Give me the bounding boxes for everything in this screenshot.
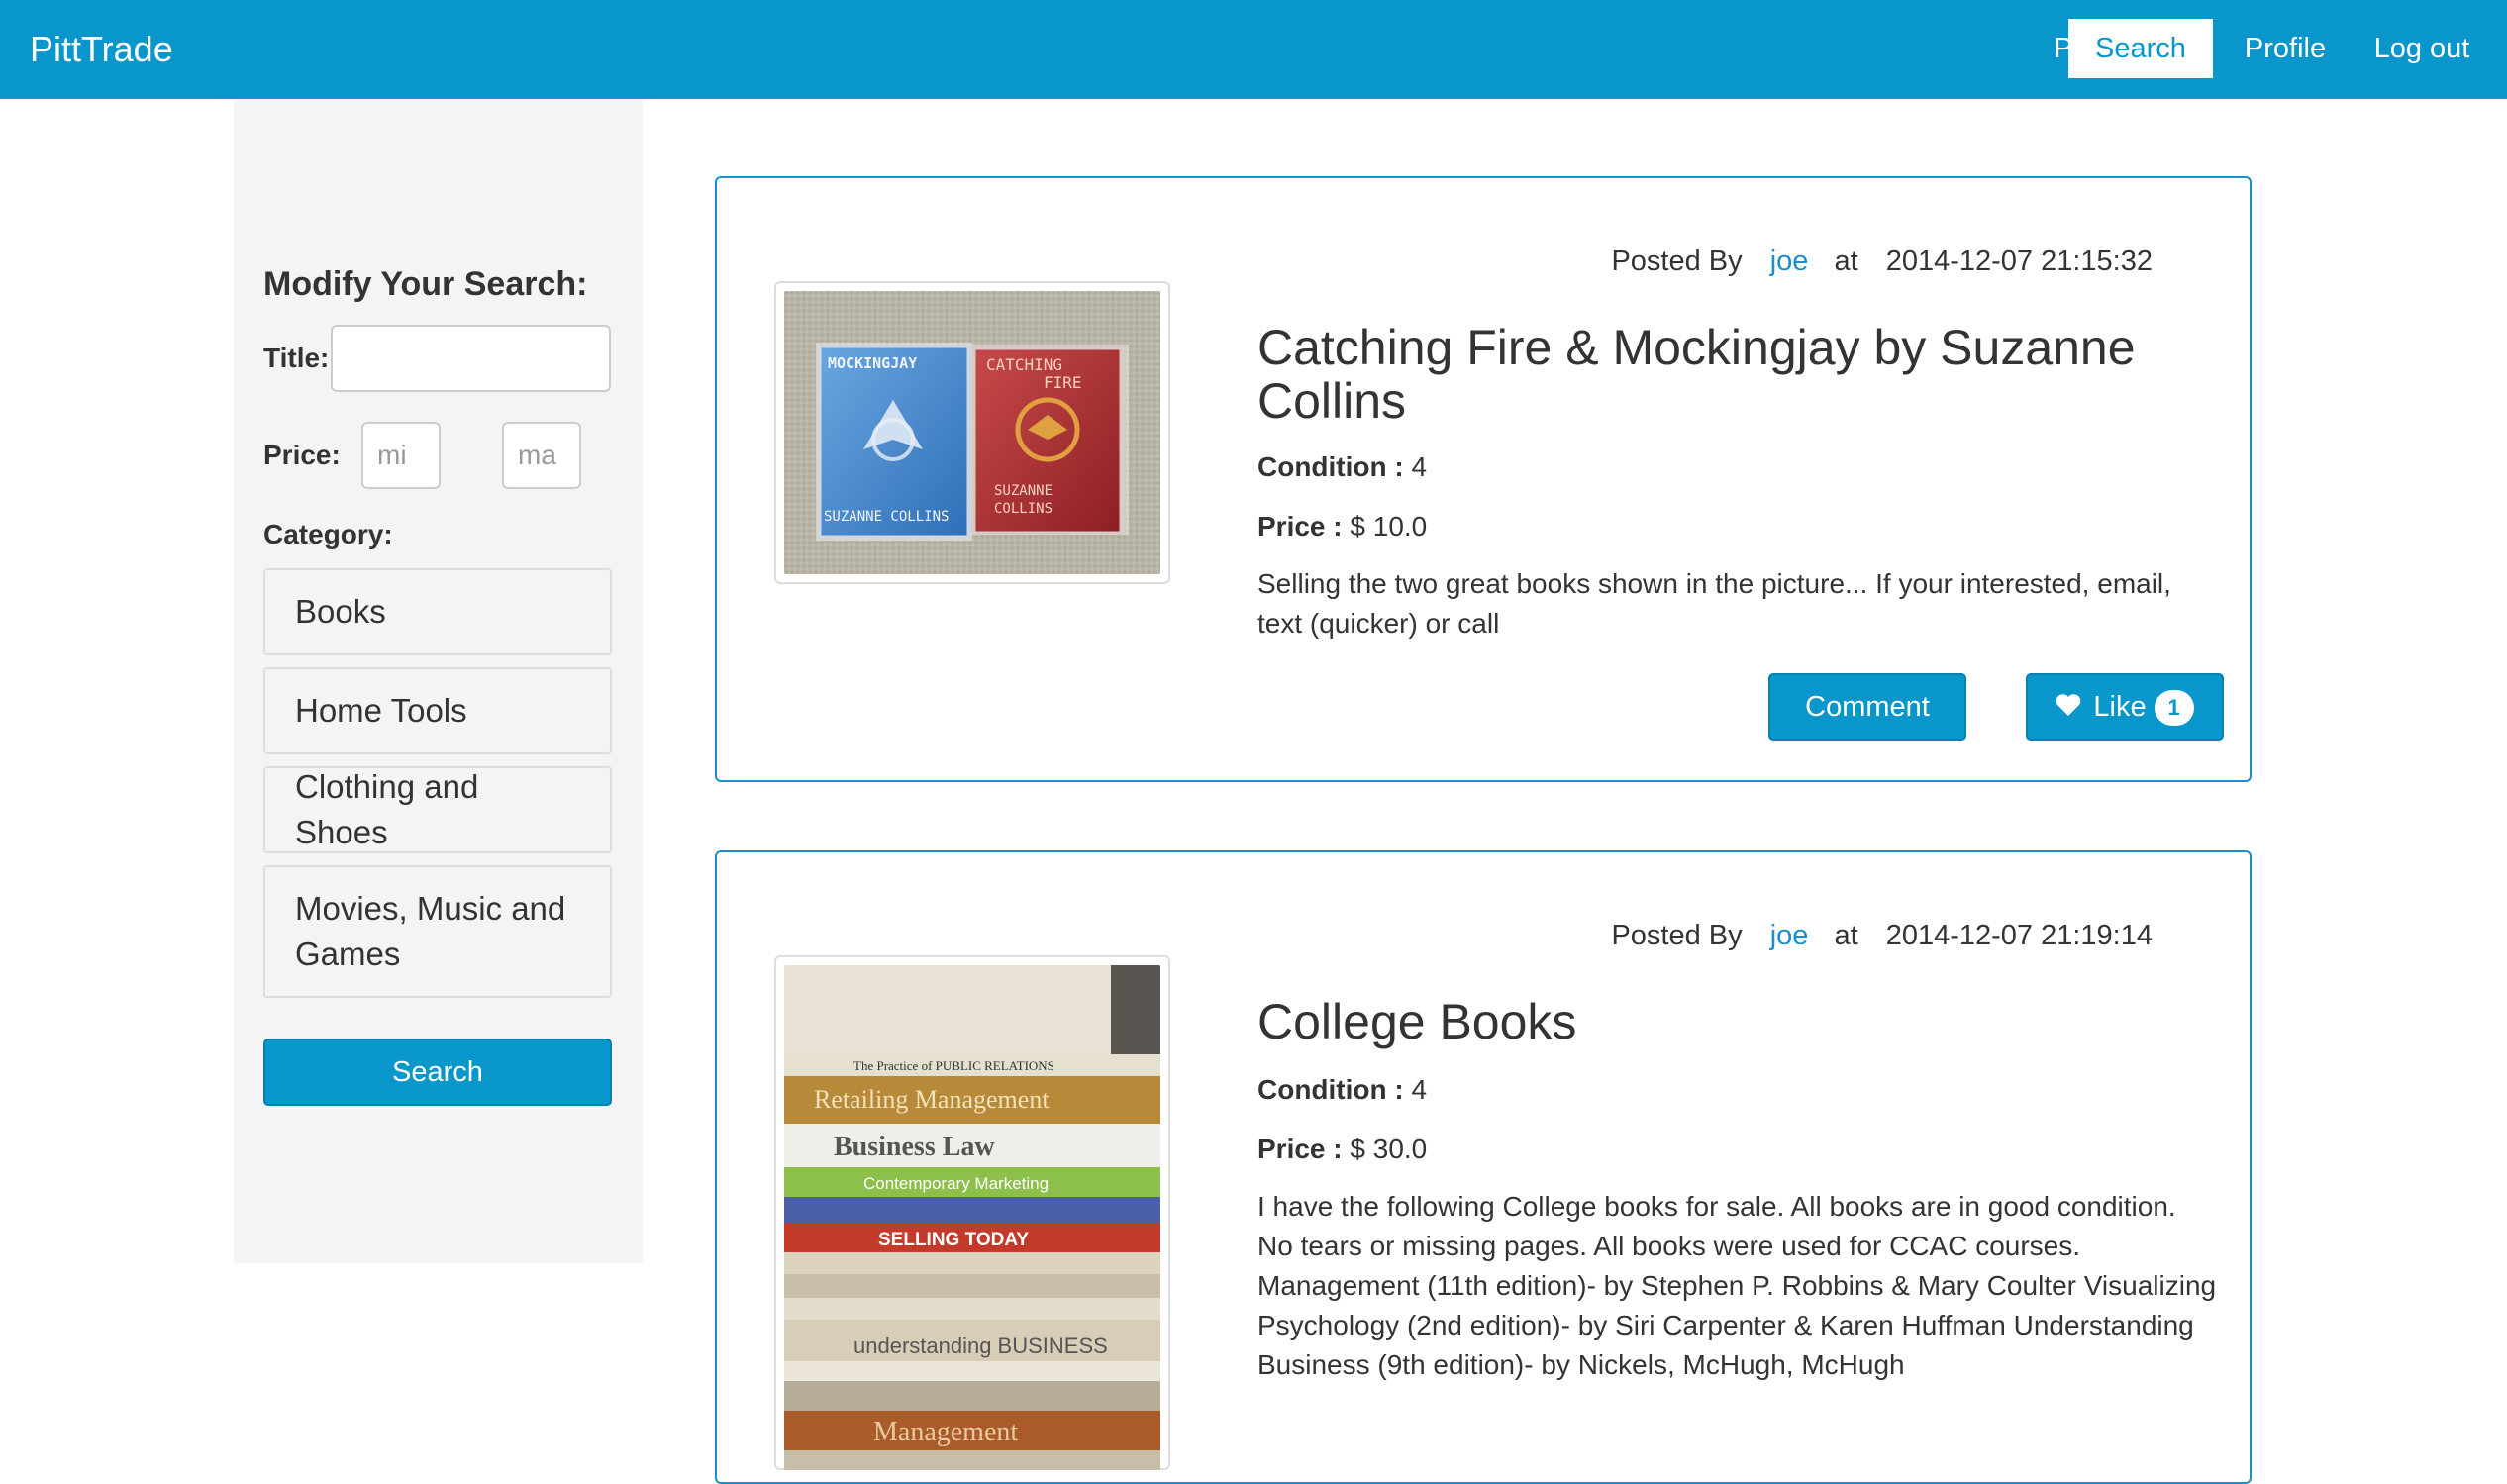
nav-search[interactable]: Search <box>2068 19 2213 78</box>
spine-text: The Practice of PUBLIC RELATIONS <box>853 1058 1054 1073</box>
post-timestamp: 2014-12-07 21:19:14 <box>1885 920 2153 951</box>
price-max-input[interactable] <box>502 422 581 489</box>
post-thumbnail[interactable]: The Practice of PUBLIC RELATIONS Retaili… <box>774 955 1170 1470</box>
spine-text: Business Law <box>834 1132 995 1162</box>
post-meta: Posted By joe at 2014-12-07 21:15:32 <box>1611 246 2153 278</box>
college-books-photo: The Practice of PUBLIC RELATIONS Retaili… <box>784 965 1160 1470</box>
condition-label: Condition : <box>1257 1074 1404 1105</box>
posted-by-label: Posted By <box>1611 920 1743 951</box>
condition-value: 4 <box>1411 451 1428 482</box>
title-label: Title: <box>263 343 330 373</box>
post-condition: Condition : 4 <box>1257 1074 1427 1106</box>
post-image: MOCKINGJAY SUZANNE COLLINS CATCHING FIRE… <box>784 291 1160 574</box>
price-value: $ 30.0 <box>1350 1134 1428 1164</box>
book2-author-line2: COLLINS <box>994 501 1053 517</box>
book2-title-line1: CATCHING <box>986 355 1062 374</box>
post-card: Posted By joe at 2014-12-07 21:15:32 MOC… <box>715 176 2252 782</box>
post-user-link[interactable]: joe <box>1770 246 1809 277</box>
book2-author-line1: SUZANNE <box>994 483 1053 499</box>
price-value: $ 10.0 <box>1350 511 1428 542</box>
comment-button[interactable]: Comment <box>1768 673 1966 741</box>
post-price: Price : $ 10.0 <box>1257 511 1427 543</box>
category-home-tools[interactable]: Home Tools <box>263 667 612 754</box>
category-books[interactable]: Books <box>263 568 612 655</box>
post-image: The Practice of PUBLIC RELATIONS Retaili… <box>784 965 1160 1470</box>
search-button[interactable]: Search <box>263 1039 612 1106</box>
post-user-link[interactable]: joe <box>1770 920 1809 951</box>
nav-profile[interactable]: Profile <box>2230 19 2341 78</box>
search-sidebar: Modify Your Search: Title: Price: Catego… <box>234 99 643 1263</box>
like-count-badge: 1 <box>2154 690 2194 727</box>
posted-at-label: at <box>1834 246 1858 277</box>
books-photo: MOCKINGJAY SUZANNE COLLINS CATCHING FIRE… <box>784 291 1160 574</box>
spine-text: Contemporary Marketing <box>863 1174 1049 1193</box>
condition-label: Condition : <box>1257 451 1404 482</box>
posted-at-label: at <box>1834 920 1858 951</box>
price-label: Price : <box>1257 511 1343 542</box>
book1-title: MOCKINGJAY <box>828 354 917 372</box>
price-label: Price : <box>1257 1134 1343 1164</box>
post-description: Selling the two great books shown in the… <box>1257 568 2171 639</box>
post-title[interactable]: Catching Fire & Mockingjay by Suzanne Co… <box>1257 321 2198 428</box>
category-label: Category: <box>263 519 393 549</box>
post-price: Price : $ 30.0 <box>1257 1134 1427 1165</box>
price-min-input[interactable] <box>361 422 441 489</box>
top-navbar: PittTrade Post Search Profile Log out <box>0 0 2507 99</box>
spine-text: Management <box>873 1417 1018 1447</box>
price-label: Price: <box>263 440 341 470</box>
modify-search-heading: Modify Your Search: <box>263 265 588 303</box>
book2-title-line2: FIRE <box>1044 373 1082 392</box>
spine-text: SELLING TODAY <box>878 1230 1029 1250</box>
post-condition: Condition : 4 <box>1257 451 1427 483</box>
nav-logout[interactable]: Log out <box>2357 19 2487 78</box>
book1-author: SUZANNE COLLINS <box>824 509 949 525</box>
post-card: Posted By joe at 2014-12-07 21:19:14 The… <box>715 850 2252 1484</box>
brand-logo[interactable]: PittTrade <box>30 0 173 99</box>
category-clothing-and-shoes[interactable]: Clothing and Shoes <box>263 766 612 853</box>
spine-text: understanding BUSINESS <box>853 1334 1108 1358</box>
category-movies-music-games[interactable]: Movies, Music and Games <box>263 865 612 998</box>
post-description: I have the following College books for s… <box>1257 1191 2217 1380</box>
heart-icon <box>2056 676 2081 740</box>
like-label: Like <box>2093 691 2147 723</box>
post-thumbnail[interactable]: MOCKINGJAY SUZANNE COLLINS CATCHING FIRE… <box>774 281 1170 584</box>
condition-value: 4 <box>1411 1074 1428 1105</box>
like-button[interactable]: Like 1 <box>2026 673 2224 741</box>
post-timestamp: 2014-12-07 21:15:32 <box>1885 246 2153 277</box>
post-meta: Posted By joe at 2014-12-07 21:19:14 <box>1611 920 2153 952</box>
title-input[interactable] <box>331 325 611 392</box>
spine-text: Retailing Management <box>814 1085 1050 1114</box>
post-title[interactable]: College Books <box>1257 995 2198 1048</box>
posted-by-label: Posted By <box>1611 246 1743 277</box>
